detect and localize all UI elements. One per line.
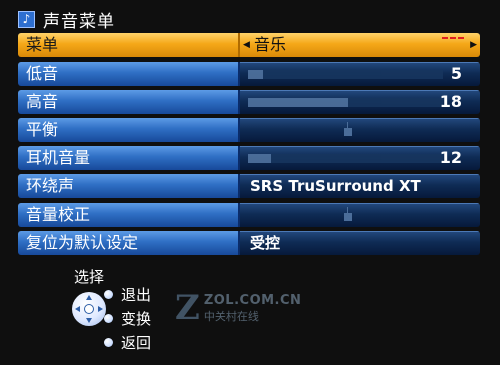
slider-track [248,154,443,163]
bass-slider[interactable]: 5 [240,62,480,86]
menu-row-surround[interactable]: 环绕声 SRS TruSurround XT [18,174,480,198]
watermark: Z ZOL.COM.CN 中关村在线 [175,288,301,328]
watermark-site: ZOL.COM.CN [203,292,302,308]
legend-label: 退出 [121,286,152,304]
headphone-volume-slider[interactable]: 12 [240,146,480,170]
row-label: 平衡 [18,118,240,142]
row-label: 音量校正 [18,203,240,227]
treble-slider[interactable]: 18 [240,90,480,114]
menu-title: 声音菜单 [43,11,115,32]
slider-track [248,98,443,107]
row-value: SRS TruSurround XT [250,177,421,195]
balance-knob[interactable] [344,128,352,136]
legend-change: 变换 [104,308,151,329]
legend-label: 变换 [121,310,152,328]
watermark-logo: Z [175,288,200,328]
row-value: 12 [439,148,462,167]
dpad-left-icon [75,306,80,312]
menu-row-reset-defaults[interactable]: 复位为默认设定 受控 [18,231,480,255]
dpad-down-icon [86,318,92,323]
menu-row-balance[interactable]: 平衡 [18,118,480,142]
return-button-icon [104,338,113,347]
dpad-up-icon [86,295,92,300]
watermark-site-cn: 中关村在线 [203,309,259,323]
reset-value[interactable]: 受控 [240,231,480,255]
menu-value-selector[interactable]: ◀ 音乐 ▶ [240,33,480,57]
row-label: 高音 [18,90,240,114]
surround-value[interactable]: SRS TruSurround XT [240,174,480,198]
slider-fill [248,98,349,107]
row-label: 耳机音量 [18,146,240,170]
legend-exit: 退出 [104,284,151,305]
row-value: 受控 [250,234,281,252]
row-value: 5 [450,64,462,83]
row-label: 低音 [18,62,240,86]
slider-fill [248,154,272,163]
arrow-right-icon[interactable]: ▶ [470,33,477,57]
change-button-icon [104,314,113,323]
menu-row-treble[interactable]: 高音 18 [18,90,480,114]
slider-track [248,70,443,79]
legend-select-label: 选择 [74,268,105,286]
volume-correction-slider[interactable] [240,203,480,227]
volume-correction-knob[interactable] [344,213,352,221]
row-label: 环绕声 [18,174,240,198]
dpad-ok-icon [84,304,94,314]
legend-label: 返回 [121,334,152,352]
row-value: 音乐 [254,35,287,54]
menu-row-headphone-volume[interactable]: 耳机音量 12 [18,146,480,170]
dpad-icon [72,292,106,326]
row-value: 18 [439,92,462,111]
music-note-icon: ♪ [18,10,35,28]
balance-slider[interactable] [240,118,480,142]
menu-row-volume-correction[interactable]: 音量校正 [18,203,480,227]
slider-fill [248,70,264,79]
dpad-right-icon [98,306,103,312]
exit-button-icon [104,290,113,299]
legend-return: 返回 [104,332,151,353]
row-label: 复位为默认设定 [18,231,240,255]
row-label: 菜单 [18,33,240,57]
menu-header: ♪ 声音菜单 [18,8,115,32]
position-indicator [442,37,464,39]
menu-row-bass[interactable]: 低音 5 [18,62,480,86]
menu-row-menu[interactable]: 菜单 ◀ 音乐 ▶ [18,33,480,57]
arrow-left-icon[interactable]: ◀ [243,33,250,57]
